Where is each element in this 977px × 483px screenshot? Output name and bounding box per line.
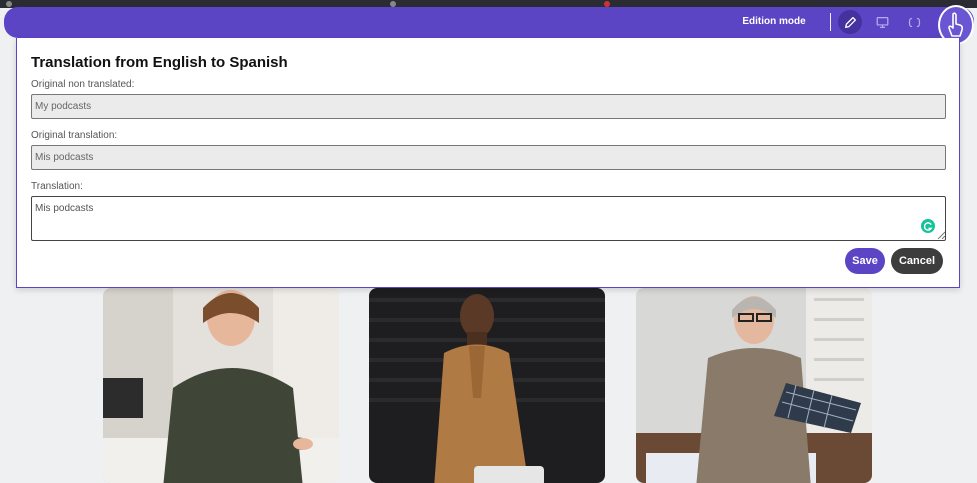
photo-card-woman-workshop[interactable] — [103, 288, 339, 483]
original-field: My podcasts — [31, 94, 946, 119]
monitor-icon — [876, 16, 888, 28]
save-button[interactable]: Save — [845, 248, 885, 274]
code-button[interactable] — [902, 10, 926, 34]
hand-pointer-icon — [948, 12, 964, 37]
translation-dialog: Translation from English to Spanish Orig… — [16, 38, 960, 288]
original-label: Original non translated: — [31, 79, 135, 90]
resize-grip-icon[interactable] — [937, 231, 945, 239]
photo-card-man-coat[interactable] — [369, 288, 605, 483]
cancel-button[interactable]: Cancel — [891, 248, 943, 274]
photo-card-woman-glasses[interactable] — [636, 288, 872, 483]
grammarly-icon[interactable] — [921, 219, 935, 233]
original-translation-label: Original translation: — [31, 130, 118, 141]
toolbar-divider — [830, 13, 831, 31]
pencil-icon — [844, 16, 856, 28]
mode-label: Edition mode — [742, 16, 806, 27]
monitor-button[interactable] — [870, 10, 894, 34]
pencil-button[interactable] — [838, 10, 862, 34]
translation-label: Translation: — [31, 181, 83, 192]
translation-input[interactable]: Mis podcasts — [31, 196, 946, 241]
browser-dot — [6, 1, 12, 7]
dialog-title: Translation from English to Spanish — [31, 54, 288, 71]
code-brackets-icon — [908, 17, 920, 27]
editor-toolbar: Edition mode — [4, 5, 974, 45]
original-translation-field: Mis podcasts — [31, 145, 946, 170]
